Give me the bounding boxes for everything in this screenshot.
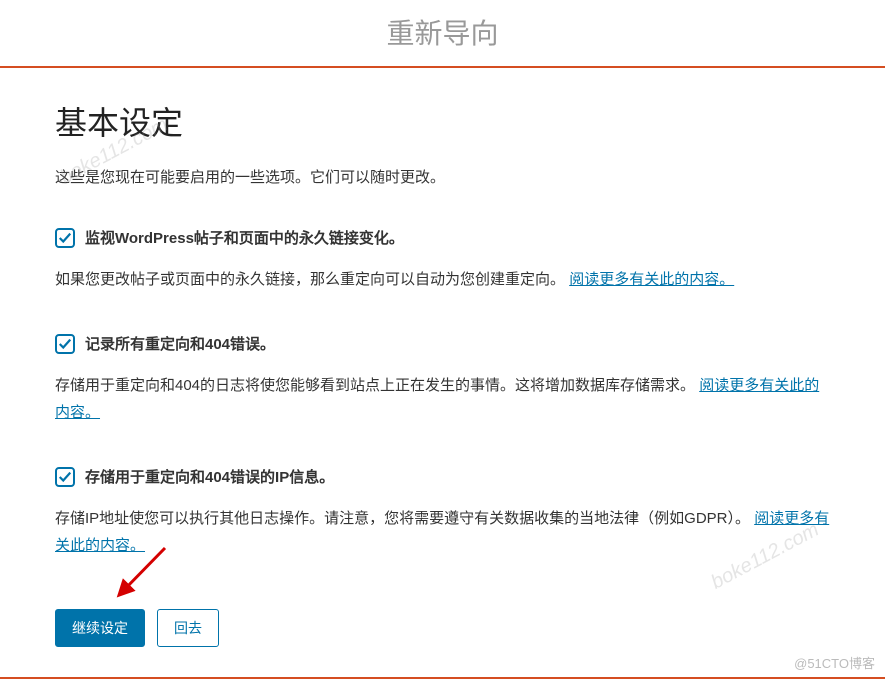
intro-text: 这些是您现在可能要启用的一些选项。它们可以随时更改。 xyxy=(55,166,830,187)
check-icon xyxy=(58,470,72,484)
check-icon xyxy=(58,337,72,351)
option-description: 如果您更改帖子或页面中的永久链接，那么重定向可以自动为您创建重定向。 阅读更多有… xyxy=(55,266,830,293)
option-monitor-permalinks: 监视WordPress帖子和页面中的永久链接变化。 如果您更改帖子或页面中的永久… xyxy=(55,227,830,293)
option-label: 存储用于重定向和404错误的IP信息。 xyxy=(85,466,334,487)
back-button[interactable]: 回去 xyxy=(157,609,219,647)
read-more-link[interactable]: 阅读更多有关此的内容。 xyxy=(569,271,734,288)
checkbox-log-redirects[interactable] xyxy=(55,334,75,354)
option-store-ip: 存储用于重定向和404错误的IP信息。 存储IP地址使您可以执行其他日志操作。请… xyxy=(55,466,830,559)
checkbox-store-ip[interactable] xyxy=(55,467,75,487)
desc-text: 存储用于重定向和404的日志将使您能够看到站点上正在发生的事情。这将增加数据库存… xyxy=(55,377,695,394)
content-panel: 基本设定 这些是您现在可能要启用的一些选项。它们可以随时更改。 监视WordPr… xyxy=(0,68,885,679)
page-title: 重新导向 xyxy=(0,0,885,68)
desc-text: 存储IP地址使您可以执行其他日志操作。请注意，您将需要遵守有关数据收集的当地法律… xyxy=(55,510,750,527)
section-heading: 基本设定 xyxy=(55,98,830,144)
footer-credit: @51CTO博客 xyxy=(794,653,875,672)
option-label: 记录所有重定向和404错误。 xyxy=(85,333,275,354)
button-row: 继续设定 回去 xyxy=(55,609,830,647)
desc-text: 如果您更改帖子或页面中的永久链接，那么重定向可以自动为您创建重定向。 xyxy=(55,271,565,288)
continue-button[interactable]: 继续设定 xyxy=(55,609,145,647)
option-log-redirects: 记录所有重定向和404错误。 存储用于重定向和404的日志将使您能够看到站点上正… xyxy=(55,333,830,426)
check-icon xyxy=(58,231,72,245)
option-label: 监视WordPress帖子和页面中的永久链接变化。 xyxy=(85,227,404,248)
checkbox-monitor-permalinks[interactable] xyxy=(55,228,75,248)
option-description: 存储用于重定向和404的日志将使您能够看到站点上正在发生的事情。这将增加数据库存… xyxy=(55,372,830,426)
option-description: 存储IP地址使您可以执行其他日志操作。请注意，您将需要遵守有关数据收集的当地法律… xyxy=(55,505,830,559)
